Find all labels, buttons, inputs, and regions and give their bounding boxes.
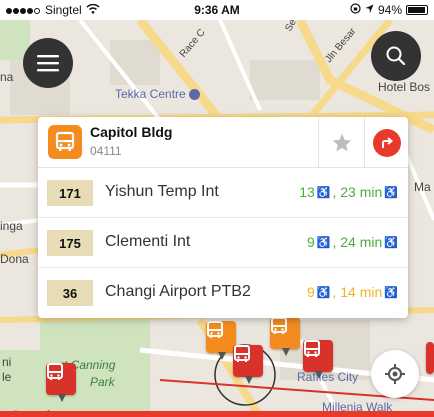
bus-stop-pin[interactable] [206, 321, 236, 360]
service-row[interactable]: 171 Yishun Temp Int 13 ♿ , 23 min ♿ [38, 168, 408, 218]
service-number: 36 [47, 280, 93, 306]
wheelchair-icon: ♿ [384, 186, 398, 199]
menu-icon [37, 55, 59, 72]
eta-next: 9 [306, 284, 315, 300]
service-row[interactable]: 175 Clementi Int 9 ♿ , 24 min ♿ [38, 218, 408, 268]
service-number: 171 [47, 180, 93, 206]
service-eta: 13 ♿ , 23 min ♿ [299, 184, 400, 200]
bus-icon [234, 345, 250, 362]
map-label-ma: Ma [414, 180, 431, 194]
bus-icon [271, 317, 287, 334]
directions-icon [372, 128, 401, 157]
map-label-ni: ni [2, 355, 12, 369]
service-destination: Clementi Int [105, 233, 191, 250]
map-label-inga: inga [0, 219, 23, 233]
bus-stop-pin[interactable] [233, 345, 263, 384]
stop-name: Capitol Bldg [90, 124, 173, 140]
wheelchair-icon: ♿ [316, 186, 331, 199]
wheelchair-icon: ♿ [384, 286, 398, 299]
menu-button[interactable] [23, 38, 73, 88]
service-eta: 9 ♿ , 14 min ♿ [307, 284, 400, 300]
search-icon [386, 46, 406, 66]
bus-stop-pin[interactable] [303, 340, 333, 379]
service-destination: Yishun Temp Int [105, 183, 219, 200]
service-number: 175 [47, 230, 93, 256]
service-destination: Changi Airport PTB2 [105, 283, 251, 300]
battery-icon [406, 5, 428, 15]
bus-stop-card: Capitol Bldg 04111 171 Yishun Temp Int 1… [38, 117, 408, 318]
eta-following: , 24 min [332, 234, 383, 250]
bus-stop-pin[interactable] [46, 363, 76, 402]
bus-icon [47, 363, 63, 380]
search-button[interactable] [371, 31, 421, 81]
eta-next: 13 [299, 184, 315, 200]
bus-icon [304, 340, 320, 357]
bus-stop-pin[interactable] [426, 342, 434, 374]
map-label-tekka: Tekka Centre [115, 87, 201, 101]
directions-button[interactable] [364, 117, 408, 168]
eta-following: , 14 min [332, 284, 383, 300]
favorite-button[interactable] [318, 117, 364, 168]
map-label-le: le [2, 370, 12, 384]
rotation-lock-icon [350, 3, 361, 17]
wheelchair-icon: ♿ [316, 236, 331, 249]
service-eta: 9 ♿ , 24 min ♿ [307, 234, 400, 250]
service-row[interactable]: 36 Changi Airport PTB2 9 ♿ , 14 min ♿ [38, 268, 408, 318]
map-label-na: na [0, 70, 14, 84]
locate-button[interactable] [371, 350, 419, 398]
star-icon [332, 133, 351, 151]
bottom-accent-bar [0, 411, 434, 417]
location-arrow-icon [365, 3, 374, 17]
map-label-hotel: Hotel Bos [378, 80, 431, 94]
eta-following: , 23 min [332, 184, 383, 200]
eta-next: 9 [306, 234, 315, 250]
map-label-raffles-city: Raffles City [297, 370, 359, 384]
status-bar: Singtel 9:36 AM 94% [0, 0, 434, 20]
wheelchair-icon: ♿ [316, 286, 331, 299]
status-right: 94% [350, 3, 428, 17]
map-label-dona: Dona [0, 252, 29, 266]
bus-icon [48, 125, 82, 159]
map-label-park: Park [90, 375, 115, 389]
bus-stop-header[interactable]: Capitol Bldg 04111 [38, 117, 408, 168]
bus-stop-pin[interactable] [270, 317, 300, 356]
locate-icon [385, 364, 405, 384]
battery-percent: 94% [377, 3, 402, 17]
wheelchair-icon: ♿ [384, 236, 398, 249]
stop-code: 04111 [90, 144, 122, 158]
bus-icon [207, 321, 223, 338]
